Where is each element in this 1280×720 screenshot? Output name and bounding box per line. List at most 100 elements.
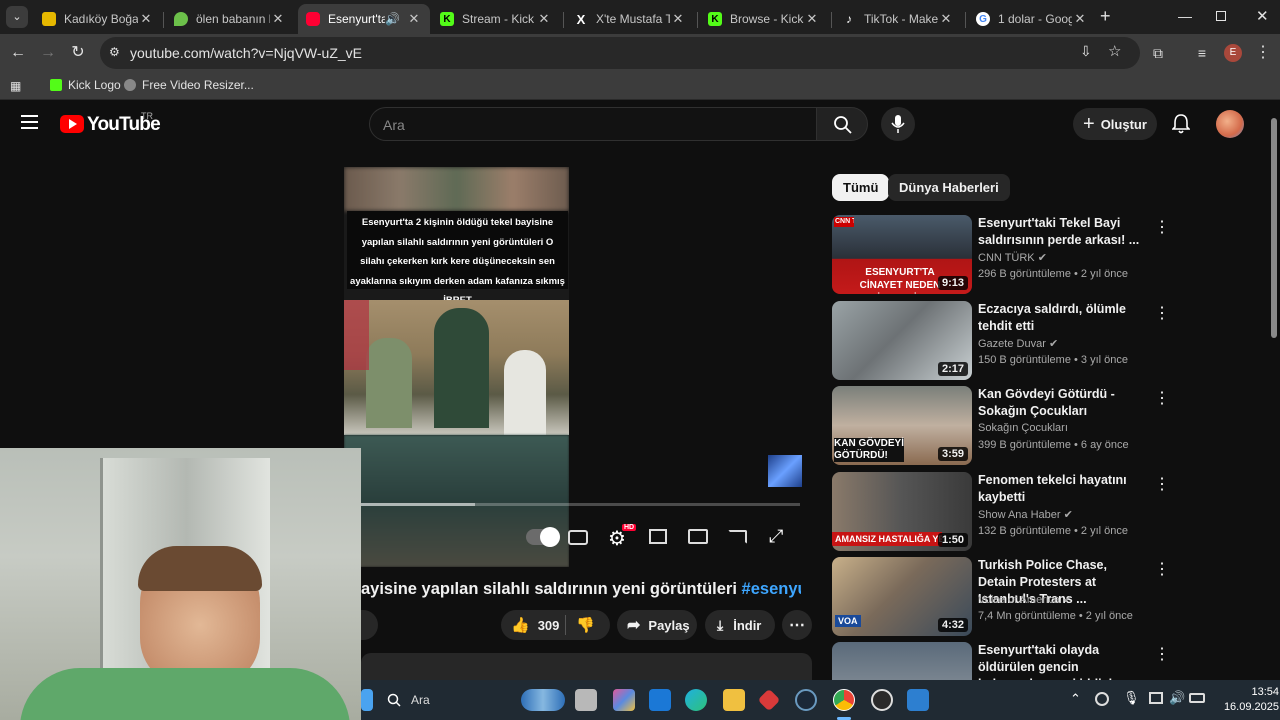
video-thumbnail[interactable]: KAN GÖVDEYİ GÖTÜRDÜ! 3:59 (832, 386, 972, 465)
bookmark-item[interactable]: Kick Logo (50, 78, 121, 92)
video-title[interactable]: Kan Gövdeyi Götürdü - Sokağın Çocukları (978, 386, 1146, 420)
browser-tab-active[interactable]: Esenyurt'ta 2 🔊 ✕ (298, 4, 430, 34)
video-thumbnail[interactable]: CNN TÜRK ESENYURT'TA CİNAYET NEDEN İŞLEN… (832, 215, 972, 294)
fullscreen-icon[interactable]: ⤢ (769, 526, 783, 547)
media-control-icon[interactable]: ≡ (1191, 42, 1213, 64)
tab-close-icon[interactable]: ✕ (406, 11, 422, 27)
video-thumbnail[interactable]: 2:17 (832, 301, 972, 380)
copilot-icon[interactable] (613, 689, 635, 711)
tray-network-icon[interactable] (1149, 692, 1163, 704)
autoplay-toggle[interactable] (526, 527, 560, 547)
video-title[interactable]: Esenyurt'taki olayda öldürülen gencin ba… (978, 642, 1146, 680)
tray-microphone-icon[interactable]: 🎙 (1123, 690, 1140, 706)
microsoft-store-icon[interactable] (649, 689, 671, 711)
browser-tab[interactable]: ♪ TikTok - Make Y ✕ (834, 4, 962, 34)
notifications-bell-icon[interactable] (1172, 114, 1190, 134)
close-window-icon[interactable]: ✕ (1256, 7, 1269, 25)
video-title[interactable]: Eczacıya saldırdı, ölümle tehdit etti (978, 301, 1146, 335)
share-button[interactable]: ➦ Paylaş (617, 610, 697, 640)
tab-close-icon[interactable]: ✕ (938, 11, 954, 27)
subtitles-icon[interactable] (568, 530, 588, 545)
dislike-button[interactable]: 👎 (566, 616, 595, 634)
channel-name[interactable]: CNN TÜRK ✔ (978, 251, 1047, 264)
video-title[interactable]: Esenyurt'taki Tekel Bayi saldırısının pe… (978, 215, 1146, 249)
browser-tab[interactable]: K Browse - Kick Str ✕ (700, 4, 828, 34)
url-text[interactable]: youtube.com/watch?v=NjqVW-uZ_vE (130, 45, 362, 61)
search-input[interactable]: Ara (369, 107, 816, 141)
tab-close-icon[interactable]: ✕ (1072, 11, 1088, 27)
account-avatar[interactable] (1216, 110, 1244, 138)
obs-icon[interactable] (871, 689, 893, 711)
chrome-menu-icon[interactable]: ⋮ (1252, 42, 1274, 64)
video-thumbnail[interactable]: VOA 4:32 (832, 557, 972, 636)
audio-playing-icon[interactable]: 🔊 (385, 12, 400, 26)
minimize-icon[interactable]: — (1178, 8, 1192, 24)
more-vertical-icon[interactable]: ⋮ (1154, 217, 1170, 237)
scrollbar-thumb[interactable] (1271, 118, 1277, 338)
voice-search-button[interactable] (881, 107, 915, 141)
tab-close-icon[interactable]: ✕ (536, 11, 552, 27)
bookmark-star-icon[interactable]: ☆ (1108, 42, 1121, 60)
video-thumbnail[interactable] (832, 642, 972, 680)
search-button[interactable] (816, 107, 868, 141)
recommendation-item[interactable]: KAN GÖVDEYİ GÖTÜRDÜ! 3:59 Kan Gövdeyi Gö… (832, 386, 1172, 466)
forward-icon[interactable]: → (37, 42, 59, 64)
tray-overflow-icon[interactable]: ⌃ (1070, 691, 1081, 707)
more-vertical-icon[interactable]: ⋮ (1154, 474, 1170, 494)
recommendation-item[interactable]: Esenyurt'taki olayda öldürülen gencin ba… (832, 642, 1172, 680)
profile-avatar[interactable]: E (1224, 44, 1242, 62)
tab-close-icon[interactable]: ✕ (670, 11, 686, 27)
extensions-icon[interactable]: ⧉ (1147, 42, 1169, 64)
channel-name[interactable]: Voice of America ✔ (978, 593, 1072, 606)
file-explorer-icon[interactable] (723, 689, 745, 711)
miniplayer-icon[interactable] (649, 529, 667, 544)
tab-close-icon[interactable]: ✕ (804, 11, 820, 27)
recommendation-item[interactable]: VOA 4:32 Turkish Police Chase, Detain Pr… (832, 557, 1172, 637)
guide-menu-icon[interactable] (21, 115, 38, 129)
tab-search-button[interactable]: ⌄ (6, 6, 28, 28)
edge-icon[interactable] (685, 689, 707, 711)
tray-volume-icon[interactable]: 🔊 (1169, 690, 1185, 706)
channel-name[interactable]: Show Ana Haber ✔ (978, 508, 1073, 521)
back-icon[interactable]: ← (7, 42, 29, 64)
chip-world-news[interactable]: Dünya Haberleri (888, 174, 1010, 201)
browser-tab[interactable]: K Stream - Kick Da ✕ (432, 4, 560, 34)
chip-all[interactable]: Tümü (832, 174, 890, 201)
task-view-icon[interactable] (575, 689, 597, 711)
channel-name[interactable]: Gazete Duvar ✔ (978, 337, 1058, 350)
create-button[interactable]: + Oluştur (1073, 108, 1157, 140)
taskbar-time[interactable]: 13:54 (1231, 686, 1279, 698)
theater-mode-icon[interactable] (688, 529, 708, 544)
address-bar[interactable]: ⚙ youtube.com/watch?v=NjqVW-uZ_vE ⇩ ☆ (100, 37, 1140, 69)
more-vertical-icon[interactable]: ⋮ (1154, 644, 1170, 664)
taskbar-date[interactable]: 16.09.2025 (1207, 701, 1279, 713)
download-button[interactable]: ⤓ İndir (705, 610, 775, 640)
youtube-logo-icon[interactable] (60, 115, 84, 133)
restore-icon[interactable] (1216, 11, 1226, 21)
description-box[interactable] (361, 653, 812, 683)
video-frame[interactable]: Esenyurt'ta 2 kişinin öldüğü tekel bayis… (344, 167, 569, 567)
browser-tab[interactable]: X X'te Mustafa Tar ✕ (566, 4, 694, 34)
video-hashtag[interactable]: #esenyurt (742, 580, 801, 598)
channel-name[interactable]: Sokağın Çocukları (978, 422, 1068, 434)
app-red-icon[interactable] (757, 688, 781, 712)
install-app-icon[interactable]: ⇩ (1080, 43, 1092, 60)
video-title[interactable]: Fenomen tekelci hayatını kaybetti (978, 472, 1146, 506)
browser-tab[interactable]: ölen babanın kay ✕ (166, 4, 294, 34)
more-vertical-icon[interactable]: ⋮ (1154, 303, 1170, 323)
reload-icon[interactable]: ↻ (67, 42, 89, 64)
recommendation-item[interactable]: CNN TÜRK ESENYURT'TA CİNAYET NEDEN İŞLEN… (832, 215, 1172, 295)
video-thumbnail[interactable]: AMANSIZ HASTALIĞA YENİK 1:50 (832, 472, 972, 551)
recommendation-item[interactable]: AMANSIZ HASTALIĞA YENİK 1:50 Fenomen tek… (832, 472, 1172, 552)
apps-grid-icon[interactable]: ▦ (10, 79, 21, 93)
more-vertical-icon[interactable]: ⋮ (1154, 559, 1170, 579)
browser-tab[interactable]: G 1 dolar - Google ✕ (968, 4, 1096, 34)
search-highlight-globe-icon[interactable] (521, 689, 565, 711)
more-actions-button[interactable]: ⋯ (782, 610, 812, 640)
app-blue-icon[interactable] (907, 689, 929, 711)
site-info-icon[interactable]: ⚙ (109, 45, 120, 59)
like-button[interactable]: 👍 309 (501, 616, 565, 634)
tab-close-icon[interactable]: ✕ (270, 11, 286, 27)
cast-icon[interactable] (728, 530, 747, 544)
more-vertical-icon[interactable]: ⋮ (1154, 388, 1170, 408)
